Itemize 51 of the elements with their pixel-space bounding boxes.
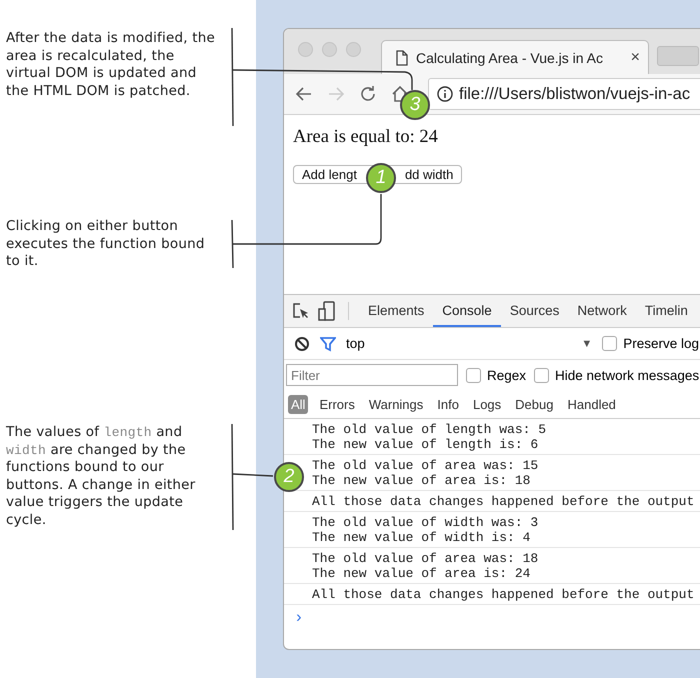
log-level-filter[interactable]: Warnings [366, 394, 426, 414]
browser-tab[interactable]: Calculating Area - Vue.js in Ac × [381, 40, 649, 74]
close-tab-button[interactable]: × [630, 48, 640, 66]
info-icon [437, 86, 453, 102]
checkbox-label: Regex [487, 368, 526, 382]
reload-icon[interactable] [358, 84, 378, 104]
log-level-filter[interactable]: Logs [470, 394, 504, 414]
annotation-text: The values of length and width are changed by the functions bound to our buttons. A change in either value triggers the update cycle. [6, 424, 196, 529]
area-heading: Area is equal to: 24 [293, 127, 439, 148]
checkbox-label: Hide network messages [555, 368, 700, 382]
devtools-tab[interactable]: Network [568, 295, 636, 327]
devtools-tab[interactable]: Console [433, 295, 501, 327]
checkbox[interactable] [602, 336, 618, 351]
page-icon [396, 50, 408, 66]
console-message: All those data changes happened before the output [312, 587, 696, 602]
console-message: The old value of area was: 15 [312, 458, 540, 473]
context-selector[interactable]: top [346, 336, 365, 351]
leader-line [232, 473, 274, 477]
annotation-text: After the data is modified, the area is recalculated, the virtual DOM is updated and the HTML DOM is patched. [6, 30, 216, 100]
dropdown-caret[interactable]: ▼ [581, 338, 592, 350]
new-tab-button[interactable] [657, 46, 699, 66]
window-control-icon[interactable] [346, 42, 361, 57]
device-icon[interactable] [318, 301, 336, 321]
console-message: The old value of width was: 3 [312, 515, 540, 530]
checkbox-label: Preserve log [623, 336, 699, 351]
clear-icon[interactable] [294, 336, 310, 352]
console-message: All those data changes happened before the output [312, 494, 696, 509]
log-level-filter[interactable]: Handled [564, 394, 619, 414]
window-control-icon[interactable] [298, 42, 313, 57]
console-message: The new value of length is: 6 [312, 437, 540, 452]
console-message: The new value of width is: 4 [312, 530, 532, 545]
devtools-tab[interactable]: Elements [359, 295, 434, 327]
console-message: The new value of area is: 18 [312, 473, 532, 488]
log-level-filter[interactable]: Errors [316, 394, 358, 414]
devtools-tab[interactable]: Timelin [636, 295, 697, 327]
inspect-icon[interactable] [292, 302, 310, 320]
log-level-filter[interactable]: Info [434, 394, 462, 414]
checkbox[interactable] [466, 368, 481, 382]
console-message: The old value of area was: 18 [312, 551, 540, 566]
checkbox[interactable] [534, 368, 550, 382]
console-message: The old value of length was: 5 [312, 422, 548, 437]
annotation-text: Clicking on either button executes the function bound to it. [6, 218, 206, 270]
console-prompt[interactable]: › [294, 609, 304, 627]
window-control-icon[interactable] [322, 42, 337, 57]
log-level-filter[interactable]: Debug [512, 394, 556, 414]
bracket [231, 220, 234, 268]
filter-field[interactable]: Filter [286, 364, 458, 386]
console-message: The new value of area is: 24 [312, 566, 532, 581]
address-bar[interactable]: file:///Users/blistwon/vuejs-in-ac [428, 78, 700, 110]
filter-icon[interactable] [320, 336, 336, 352]
devtools-tab[interactable]: Sources [500, 295, 568, 327]
